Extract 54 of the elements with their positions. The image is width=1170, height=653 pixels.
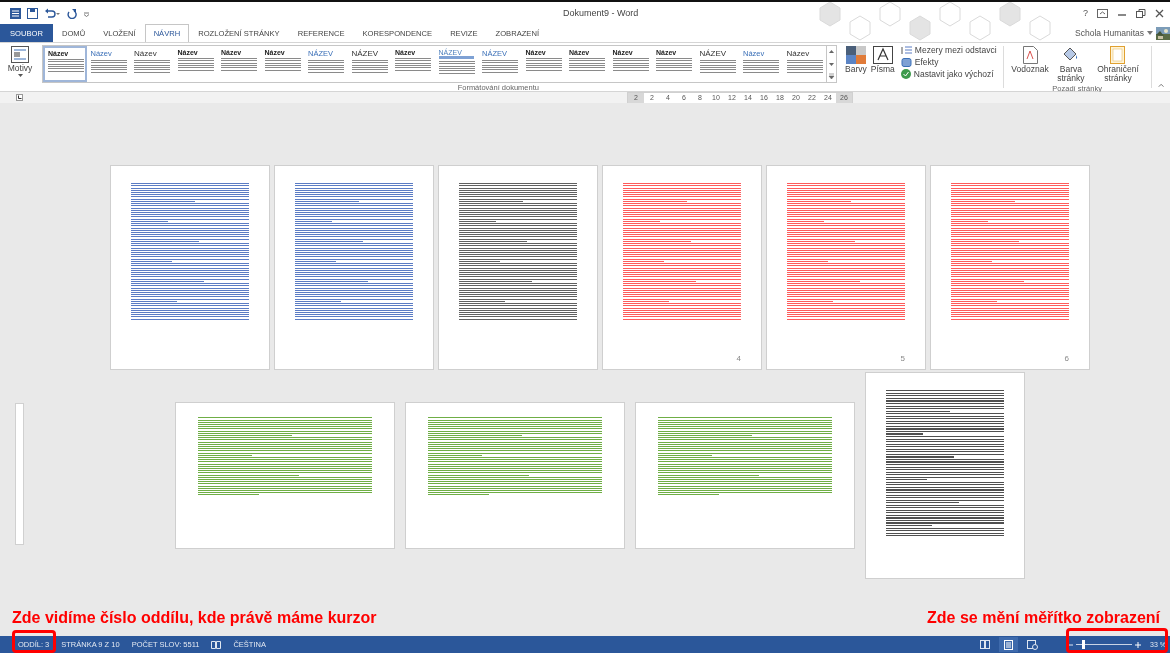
- colors-button[interactable]: Barvy: [843, 45, 869, 75]
- web-layout-icon: [1027, 639, 1038, 650]
- annotation-text: Zde se mění měřítko zobrazení: [927, 609, 1160, 627]
- page-number: 4: [736, 354, 741, 363]
- page[interactable]: [110, 165, 270, 370]
- slider-thumb[interactable]: [1081, 640, 1085, 649]
- user-name[interactable]: Schola Humanitas: [1075, 28, 1144, 38]
- book-icon[interactable]: [211, 640, 222, 649]
- highlight-frame: [12, 630, 56, 653]
- spacing-icon: [900, 45, 912, 55]
- watermark-button[interactable]: Vodoznak: [1009, 45, 1051, 75]
- page[interactable]: 5: [766, 165, 926, 370]
- caret-icon: [17, 73, 23, 77]
- view-button[interactable]: [999, 637, 1018, 652]
- annotation-text: Zde vidíme číslo oddílu, kde právě máme kurzor: [12, 609, 377, 627]
- fonts-icon: [872, 46, 893, 64]
- page[interactable]: 4: [602, 165, 762, 370]
- colors-icon: [845, 46, 866, 64]
- app-icon[interactable]: [10, 7, 21, 19]
- page-borders-button[interactable]: Ohraničení stránky: [1091, 45, 1145, 84]
- page-color-button[interactable]: Barva stránky: [1050, 45, 1091, 84]
- set-default-button[interactable]: Nastavit jako výchozí: [900, 69, 997, 79]
- page[interactable]: [274, 165, 434, 370]
- ribbon-display-icon[interactable]: [1097, 8, 1108, 18]
- effects-button[interactable]: Efekty: [900, 57, 997, 67]
- read-mode-icon: [980, 640, 990, 649]
- minus-icon[interactable]: [1067, 641, 1073, 648]
- print-layout-icon: [1004, 639, 1013, 650]
- fonts-button[interactable]: Písma: [868, 45, 897, 75]
- page[interactable]: [438, 165, 598, 370]
- plus-icon[interactable]: [1135, 641, 1141, 648]
- paragraph-spacing-button[interactable]: Mezery mezi odstavci: [900, 45, 997, 55]
- redo-icon[interactable]: [66, 7, 77, 19]
- themes-icon: [11, 46, 29, 63]
- save-icon[interactable]: [27, 7, 38, 19]
- window-title: Dokument9 - Word: [563, 8, 639, 18]
- restore-icon[interactable]: [1136, 8, 1146, 18]
- more-icon[interactable]: [827, 70, 836, 82]
- effects-icon: [900, 57, 912, 67]
- page-border-icon: [1110, 46, 1126, 64]
- help-button[interactable]: ?: [1083, 8, 1088, 18]
- page-number: 6: [1064, 354, 1069, 363]
- page-number: 5: [900, 354, 905, 363]
- check-icon: [900, 69, 911, 79]
- page[interactable]: [865, 372, 1025, 579]
- collapse-icon[interactable]: [1157, 83, 1164, 88]
- themes-button[interactable]: Motivy: [0, 45, 40, 78]
- document-icon: [1022, 46, 1038, 64]
- caret-icon[interactable]: [83, 9, 90, 17]
- close-icon[interactable]: [1155, 8, 1164, 18]
- page[interactable]: 6: [930, 165, 1090, 370]
- tab-stop-icon[interactable]: [16, 94, 23, 101]
- caret-icon[interactable]: [1147, 31, 1153, 35]
- undo-icon[interactable]: [44, 7, 60, 19]
